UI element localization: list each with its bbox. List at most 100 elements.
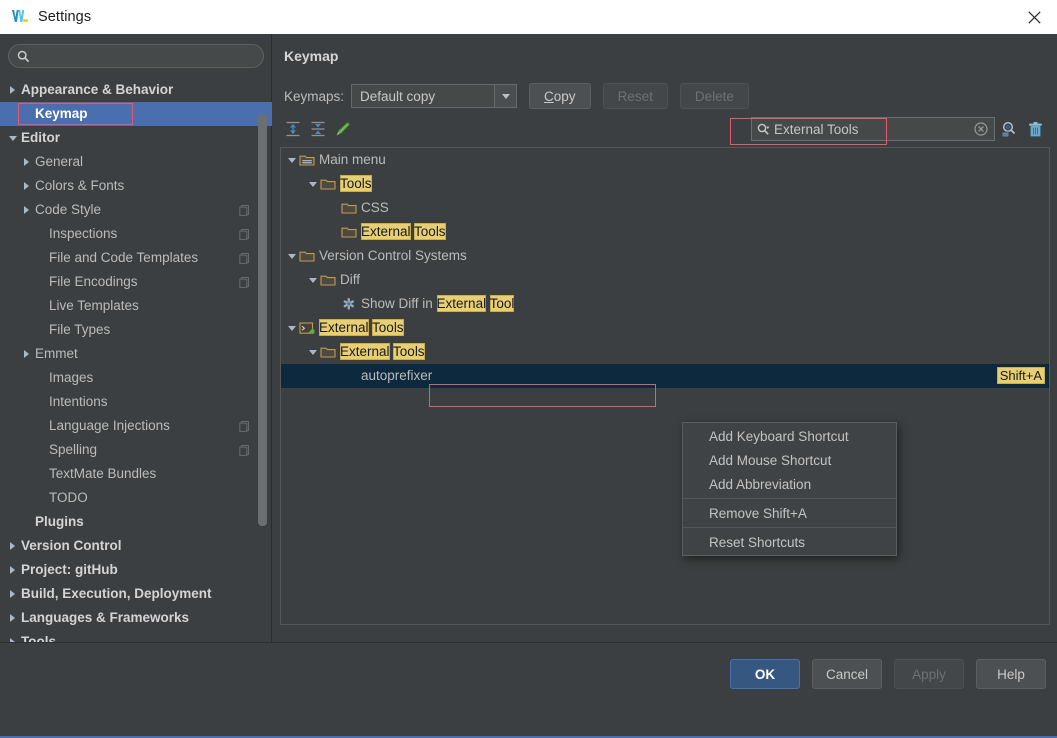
context-menu-item-add-abbreviation[interactable]: Add Abbreviation — [683, 472, 896, 496]
copy-button[interactable]: Copy — [529, 83, 591, 109]
window-body: Appearance & Behavior Keymap Editor General… — [0, 34, 1057, 738]
sidebar-item-code-style[interactable]: Code Style — [0, 198, 272, 222]
search-match-highlight: External — [436, 295, 487, 312]
sidebar-item-intentions[interactable]: Intentions — [0, 390, 272, 414]
sidebar-item-file-and-code-templates[interactable]: File and Code Templates — [0, 246, 272, 270]
tree-row[interactable]: Show Diff in External Tool — [281, 292, 1049, 316]
cancel-button[interactable]: Cancel — [812, 659, 882, 689]
settings-tree[interactable]: Appearance & Behavior Keymap Editor General… — [0, 78, 272, 642]
shortcuts-tree[interactable]: Main menu Tools CSS External Tools Version C… — [280, 147, 1050, 625]
tree-row[interactable]: Version Control Systems — [281, 244, 1049, 268]
tree-row[interactable]: Diff — [281, 268, 1049, 292]
chevron-right-icon[interactable] — [6, 84, 19, 97]
keymap-select[interactable]: Default copy — [351, 84, 518, 108]
sidebar-item-general[interactable]: General — [0, 150, 272, 174]
chevron-right-icon[interactable] — [20, 180, 33, 193]
tree-row-label: Main menu — [319, 148, 386, 172]
trash-icon[interactable] — [1028, 121, 1043, 138]
sidebar-item-label: Build, Execution, Deployment — [21, 586, 212, 601]
sidebar-item-build-execution-deployment[interactable]: Build, Execution, Deployment — [0, 582, 272, 606]
chevron-down-icon[interactable] — [306, 345, 320, 359]
sidebar-item-live-templates[interactable]: Live Templates — [0, 294, 272, 318]
context-menu-item-add-mouse-shortcut[interactable]: Add Mouse Shortcut — [683, 448, 896, 472]
sidebar-item-label: TODO — [49, 490, 88, 505]
sidebar-item-label: Project: gitHub — [21, 562, 118, 577]
chevron-right-icon[interactable] — [6, 564, 19, 577]
sidebar-item-keymap[interactable]: Keymap — [0, 102, 272, 126]
chevron-down-icon[interactable] — [285, 321, 299, 335]
clear-icon[interactable] — [974, 122, 988, 136]
chevron-right-icon[interactable] — [20, 156, 33, 169]
sidebar-item-images[interactable]: Images — [0, 366, 272, 390]
find-shortcut-icon[interactable] — [1001, 121, 1018, 138]
chevron-down-icon[interactable] — [306, 177, 320, 191]
tree-row[interactable]: External Tools — [281, 316, 1049, 340]
chevron-down-icon[interactable] — [494, 85, 517, 107]
tree-row[interactable]: External Tools — [281, 340, 1049, 364]
copy-settings-icon — [239, 252, 250, 264]
sidebar-item-label: Version Control — [21, 538, 122, 553]
sidebar-item-file-encodings[interactable]: File Encodings — [0, 270, 272, 294]
chevron-down-icon[interactable] — [285, 153, 299, 167]
label-text: Diff — [340, 272, 361, 287]
sidebar-search-input[interactable] — [35, 49, 245, 63]
context-menu-item-reset-shortcuts[interactable]: Reset Shortcuts — [683, 530, 896, 554]
sidebar-item-language-injections[interactable]: Language Injections — [0, 414, 272, 438]
search-match-highlight: Tools — [372, 319, 404, 336]
sidebar-item-spelling[interactable]: Spelling — [0, 438, 272, 462]
action-diff-icon — [341, 296, 357, 312]
help-button[interactable]: Help — [976, 659, 1046, 689]
copy-settings-icon — [239, 444, 250, 456]
tree-row[interactable]: Main menu — [281, 148, 1049, 172]
chevron-down-icon[interactable] — [306, 273, 320, 287]
chevron-right-icon[interactable] — [6, 588, 19, 601]
collapse-all-icon[interactable] — [309, 120, 327, 138]
folder-icon — [299, 248, 315, 264]
sidebar-item-project-github[interactable]: Project: gitHub — [0, 558, 272, 582]
tree-row-label: Tools — [340, 172, 372, 196]
sidebar-item-appearance-behavior[interactable]: Appearance & Behavior — [0, 78, 272, 102]
sidebar-item-textmate-bundles[interactable]: TextMate Bundles — [0, 462, 272, 486]
sidebar-item-label: Tools — [21, 634, 56, 642]
sidebar-item-emmet[interactable]: Emmet — [0, 342, 272, 366]
sidebar-item-label: Colors & Fonts — [35, 178, 125, 193]
sidebar-item-version-control[interactable]: Version Control — [0, 534, 272, 558]
sidebar-item-tools[interactable]: Tools — [0, 630, 272, 642]
sidebar-item-inspections[interactable]: Inspections — [0, 222, 272, 246]
tree-row[interactable]: External Tools — [281, 220, 1049, 244]
expand-all-icon[interactable] — [284, 120, 302, 138]
sidebar-item-label: General — [35, 154, 84, 169]
copy-button-label: opy — [553, 88, 576, 104]
search-match-highlight: Tools — [393, 343, 425, 360]
context-menu-item-remove-shift-a[interactable]: Remove Shift+A — [683, 501, 896, 525]
sidebar-item-plugins[interactable]: Plugins — [0, 510, 272, 534]
sidebar-scrollbar[interactable] — [258, 78, 267, 642]
tree-row[interactable]: CSS — [281, 196, 1049, 220]
tree-row[interactable]: Tools — [281, 172, 1049, 196]
reset-button: Reset — [602, 83, 668, 109]
sidebar-item-editor[interactable]: Editor — [0, 126, 272, 150]
sidebar-item-file-types[interactable]: File Types — [0, 318, 272, 342]
tree-row-label: Diff — [340, 268, 360, 292]
context-menu-item-add-keyboard-shortcut[interactable]: Add Keyboard Shortcut — [683, 424, 896, 448]
close-icon[interactable] — [1011, 0, 1057, 34]
chevron-right-icon[interactable] — [20, 204, 33, 217]
tree-row[interactable]: autoprefixer Shift+A — [281, 364, 1049, 388]
chevron-down-icon[interactable] — [285, 249, 299, 263]
edit-shortcut-icon[interactable] — [334, 120, 352, 138]
sidebar-item-languages-frameworks[interactable]: Languages & Frameworks — [0, 606, 272, 630]
chevron-down-icon[interactable] — [6, 132, 19, 145]
ok-button[interactable]: OK — [730, 659, 800, 689]
chevron-right-icon[interactable] — [6, 540, 19, 553]
keymap-search-box[interactable]: External Tools — [751, 117, 995, 141]
chevron-right-icon[interactable] — [20, 348, 33, 361]
keymaps-label: Keymaps: — [284, 88, 345, 104]
chevron-right-icon[interactable] — [6, 612, 19, 625]
sidebar-item-todo[interactable]: TODO — [0, 486, 272, 510]
sidebar-item-colors-fonts[interactable]: Colors & Fonts — [0, 174, 272, 198]
label-text: Version Control Systems — [319, 248, 467, 263]
sidebar-search-box[interactable] — [8, 44, 264, 68]
sidebar-item-label: Images — [49, 370, 94, 385]
shortcut-context-menu[interactable]: Add Keyboard Shortcut Add Mouse Shortcut A… — [682, 422, 897, 556]
sidebar-scrollbar-thumb[interactable] — [258, 114, 267, 526]
